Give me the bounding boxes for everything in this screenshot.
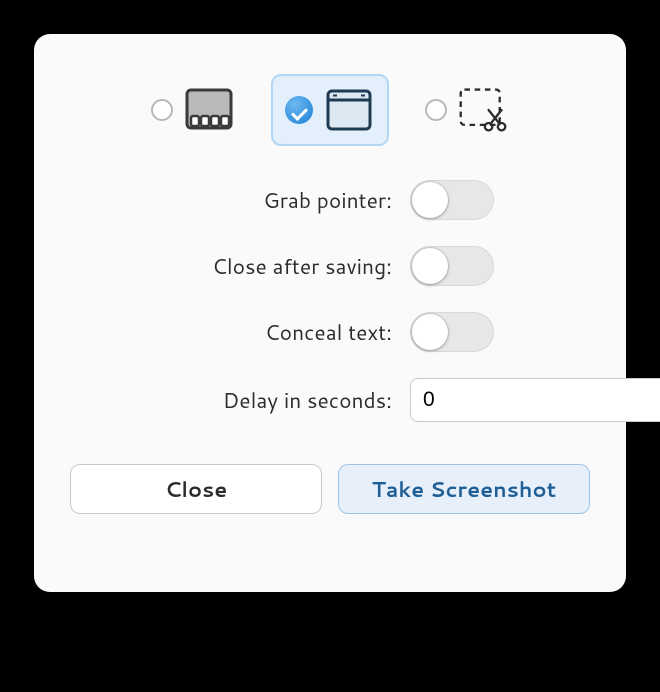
switch-knob	[412, 248, 448, 284]
screen-icon	[183, 86, 235, 134]
grab-pointer-label: Grab pointer:	[70, 185, 392, 215]
close-after-saving-label: Close after saving:	[70, 251, 392, 281]
mode-selection[interactable]	[411, 74, 523, 146]
conceal-text-label: Conceal text:	[70, 317, 392, 347]
delay-input[interactable]	[410, 378, 660, 422]
mode-selection-radio[interactable]	[425, 99, 447, 121]
mode-screen-radio[interactable]	[151, 99, 173, 121]
capture-mode-row	[70, 74, 590, 146]
close-button[interactable]: Close	[70, 464, 322, 514]
switch-knob	[412, 182, 448, 218]
mode-screen[interactable]	[137, 74, 249, 146]
delay-stepper: − +	[410, 378, 580, 422]
window-icon	[323, 86, 375, 134]
close-after-saving-switch[interactable]	[410, 246, 494, 286]
mode-window-radio[interactable]	[285, 96, 313, 124]
mode-window[interactable]	[271, 74, 389, 146]
options-grid: Grab pointer: Close after saving: Concea…	[70, 180, 580, 422]
selection-scissors-icon	[457, 86, 509, 134]
conceal-text-switch[interactable]	[410, 312, 494, 352]
delay-label: Delay in seconds:	[70, 385, 392, 415]
screenshot-dialog: Grab pointer: Close after saving: Concea…	[34, 34, 626, 592]
dialog-buttons: Close Take Screenshot	[70, 464, 590, 514]
switch-knob	[412, 314, 448, 350]
grab-pointer-switch[interactable]	[410, 180, 494, 220]
take-screenshot-button[interactable]: Take Screenshot	[338, 464, 590, 514]
